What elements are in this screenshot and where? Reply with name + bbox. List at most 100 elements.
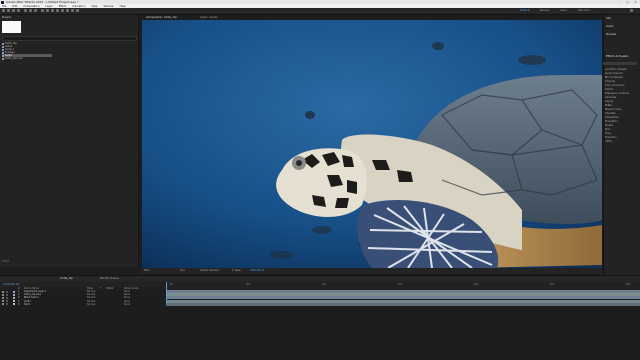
- turtle-footage-frame: [142, 20, 602, 268]
- layer-name[interactable]: Null 1: [24, 303, 31, 306]
- type-tool-icon[interactable]: [51, 9, 54, 12]
- audio-toggle-icon[interactable]: [6, 300, 8, 303]
- label-color-swatch[interactable]: [13, 293, 15, 296]
- audio-toggle-icon[interactable]: [6, 290, 8, 293]
- effect-category-item[interactable]: Utility: [605, 140, 612, 143]
- workspace-default[interactable]: Default: [520, 9, 529, 13]
- viewer-controls: 50% Full Active Camera 1 View 0;00;05;12: [140, 268, 602, 274]
- resolution-select[interactable]: Full: [180, 269, 184, 273]
- effect-category-item[interactable]: Channel: [605, 80, 615, 83]
- brush-tool-icon[interactable]: [56, 9, 59, 12]
- visibility-eye-icon[interactable]: [2, 300, 4, 303]
- effects-search-input[interactable]: [603, 62, 637, 65]
- effect-category-item[interactable]: Generate: [605, 96, 616, 99]
- playhead-indicator[interactable]: [166, 282, 167, 303]
- clone-tool-icon[interactable]: [61, 9, 64, 12]
- effect-category-item[interactable]: Time: [605, 132, 611, 135]
- ruler-tick-label: 15s: [398, 283, 402, 286]
- camera-select[interactable]: Active Camera: [200, 269, 219, 273]
- viewer-timecode[interactable]: 0;00;05;12: [250, 269, 264, 273]
- pan-behind-tool-icon[interactable]: [34, 9, 37, 12]
- layer-mode-select[interactable]: Normal: [87, 303, 95, 306]
- puppet-tool-icon[interactable]: [76, 9, 79, 12]
- effect-category-item[interactable]: Obsolete: [605, 112, 616, 115]
- layer-parent-select[interactable]: None: [124, 303, 130, 306]
- effect-category-item[interactable]: Stylize: [605, 124, 613, 127]
- layer-list: 1 Adjustment Layer 1 Normal None 2 turtle_cli…: [0, 290, 165, 360]
- project-search-input[interactable]: [2, 36, 137, 41]
- hand-tool-icon[interactable]: [12, 9, 15, 12]
- eraser-tool-icon[interactable]: [66, 9, 69, 12]
- visibility-eye-icon[interactable]: [2, 290, 4, 293]
- audio-toggle-icon[interactable]: [6, 296, 8, 299]
- ruler-tick-label: 10s: [322, 283, 326, 286]
- effect-category-item[interactable]: Noise & Grain: [605, 108, 622, 111]
- audio-section[interactable]: Audio: [606, 25, 613, 29]
- visibility-eye-icon[interactable]: [2, 303, 4, 306]
- fish-shape: [305, 111, 315, 119]
- effect-category-item[interactable]: Keying: [605, 100, 613, 103]
- effect-category-item[interactable]: Blur & Sharpen: [605, 76, 623, 79]
- effect-category-item[interactable]: Color Correction: [605, 84, 624, 87]
- effects-list: Animation Presets Audio Channel Blur & Sha…: [603, 68, 640, 268]
- layer-duration-bar[interactable]: [166, 302, 640, 306]
- toolbar: Default Review Learn Standard: [0, 8, 640, 15]
- preview-section[interactable]: Preview: [606, 33, 616, 37]
- workspace-learn[interactable]: Learn: [560, 9, 567, 13]
- composition-viewer[interactable]: [142, 20, 602, 268]
- rotate-tool-icon[interactable]: [24, 9, 27, 12]
- label-color-swatch[interactable]: [13, 300, 15, 303]
- footage-icon: [2, 57, 4, 60]
- ruler-tick-label: 20s: [474, 283, 478, 286]
- effect-category-item[interactable]: Transition: [605, 136, 617, 139]
- effect-category-item[interactable]: Matte: [605, 104, 612, 107]
- selection-tool-icon[interactable]: [7, 9, 10, 12]
- view-layout-select[interactable]: 1 View: [232, 269, 241, 273]
- search-help-icon[interactable]: [630, 9, 633, 12]
- workspace-standard[interactable]: Standard: [578, 9, 590, 13]
- magnification-select[interactable]: 50%: [144, 269, 150, 273]
- ruler-tick-label: 05s: [246, 283, 250, 286]
- effects-presets-section[interactable]: Effects & Presets: [606, 55, 628, 59]
- audio-toggle-icon[interactable]: [6, 303, 8, 306]
- pen-tool-icon[interactable]: [46, 9, 49, 12]
- timeline-layer-row[interactable]: 5 Null 1 Normal None: [0, 303, 165, 306]
- roto-tool-icon[interactable]: [71, 9, 74, 12]
- project-item[interactable]: turtle_clip.mov: [2, 57, 52, 60]
- ruler-tick-label: 25s: [550, 283, 554, 286]
- fish-shape: [432, 42, 444, 50]
- project-panel: Project turtle_clip Solids Comp 1 Footag…: [0, 15, 139, 267]
- effect-category-item[interactable]: Distort: [605, 88, 613, 91]
- effect-category-item[interactable]: Animation Presets: [605, 68, 627, 71]
- project-tab[interactable]: Project: [2, 16, 11, 20]
- label-color-swatch[interactable]: [13, 303, 15, 306]
- info-section[interactable]: Info: [606, 17, 611, 21]
- workspace-review[interactable]: Review: [540, 9, 549, 13]
- ruler-tick-label: 30s: [626, 283, 630, 286]
- shape-tool-icon[interactable]: [41, 9, 44, 12]
- effect-category-item[interactable]: Expression Controls: [605, 92, 629, 95]
- effect-category-item[interactable]: Perspective: [605, 116, 619, 119]
- home-tool-icon[interactable]: [2, 9, 5, 12]
- project-item-label: turtle_clip.mov: [5, 57, 23, 60]
- footage-thumbnail: [2, 21, 21, 33]
- ruler-tick-label: 0s: [170, 283, 173, 286]
- label-color-swatch[interactable]: [13, 290, 15, 293]
- effect-category-item[interactable]: Audio Channel: [605, 72, 622, 75]
- effect-category-item[interactable]: Simulation: [605, 120, 618, 123]
- timeline-tracks: [166, 290, 640, 360]
- visibility-eye-icon[interactable]: [2, 296, 4, 299]
- fish-shape: [518, 55, 546, 65]
- timeline-tab[interactable]: turtle_clip: [60, 277, 73, 281]
- timeline-header: turtle_clip Render Queue: [0, 275, 640, 282]
- visibility-eye-icon[interactable]: [2, 293, 4, 296]
- layer-number: 5: [18, 302, 20, 306]
- camera-tool-icon[interactable]: [29, 9, 32, 12]
- render-queue-tab[interactable]: Render Queue: [100, 277, 119, 281]
- bit-depth-label[interactable]: 8 bpc: [2, 260, 9, 264]
- effect-category-item[interactable]: Text: [605, 128, 610, 131]
- audio-toggle-icon[interactable]: [6, 293, 8, 296]
- time-ruler[interactable]: 0s 05s 10s 15s 20s 25s 30s: [166, 282, 640, 290]
- zoom-tool-icon[interactable]: [17, 9, 20, 12]
- label-color-swatch[interactable]: [13, 296, 15, 299]
